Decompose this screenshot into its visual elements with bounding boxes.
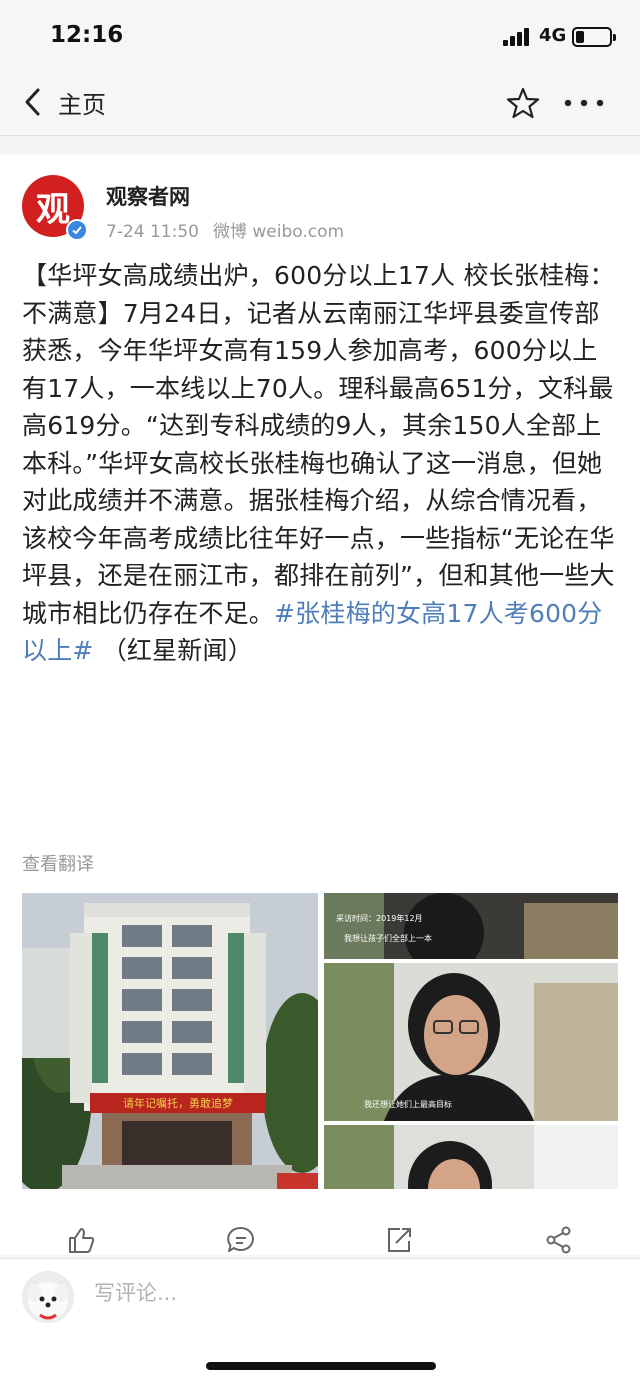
post-date: 7-24 11:50 (106, 222, 199, 242)
repost-icon[interactable] (384, 1225, 414, 1255)
school-building-image: 请年记嘱托，勇敢追梦 (22, 893, 318, 1189)
dog-avatar-image (22, 1271, 74, 1323)
back-button[interactable]: 主页 (22, 82, 106, 122)
comment-icon[interactable] (226, 1225, 256, 1255)
post-actions (0, 1213, 640, 1263)
comment-bar (0, 1258, 640, 1338)
author-name[interactable]: 观察者网 (106, 181, 190, 211)
video-frame-1-image: 采访时间：2019年12月 我想让孩子们全部上一本 (324, 893, 618, 959)
post-source-note: （红星新闻） (93, 636, 253, 665)
post-body: 【华坪女高成绩出炉，600分以上17人 校长张桂梅：不满意】7月24日，记者从云… (22, 257, 620, 670)
translate-link[interactable]: 查看翻译 (22, 850, 94, 876)
status-bar: 12:16 4G (0, 0, 640, 68)
status-time: 12:16 (50, 22, 124, 48)
photo-video-frame-3[interactable] (324, 1125, 618, 1189)
share-icon[interactable] (544, 1225, 574, 1255)
author-avatar[interactable]: 观 (22, 175, 88, 241)
post-card: 观 观察者网 7-24 11:50 微博 weibo.com 【华坪女高成绩出炉，… (0, 155, 640, 1255)
video-caption-quote-1: 我想让孩子们全部上一本 (344, 933, 432, 943)
photo-video-frame-1[interactable]: 采访时间：2019年12月 我想让孩子们全部上一本 (324, 893, 618, 959)
post-meta: 7-24 11:50 微博 weibo.com (106, 217, 344, 242)
chevron-left-icon (25, 88, 40, 116)
video-caption-time: 采访时间：2019年12月 (336, 913, 423, 923)
star-icon[interactable] (506, 86, 540, 120)
like-icon[interactable] (66, 1225, 96, 1255)
video-caption-quote-2: 我还想让她们上最高目标 (364, 1099, 452, 1109)
video-frame-2-image: 我还想让她们上最高目标 (324, 963, 618, 1121)
back-label: 主页 (58, 90, 106, 119)
photo-video-frame-2[interactable]: 我还想让她们上最高目标 (324, 963, 618, 1121)
post-body-text: 【华坪女高成绩出炉，600分以上17人 校长张桂梅：不满意】7月24日，记者从云… (22, 261, 615, 628)
home-indicator[interactable] (206, 1362, 436, 1370)
video-frame-3-image (324, 1125, 618, 1189)
comment-input[interactable] (94, 1281, 494, 1305)
nav-bar: 主页 (0, 68, 640, 136)
network-type: 4G (539, 25, 567, 46)
more-icon[interactable] (562, 88, 606, 118)
post-source: 微博 weibo.com (212, 222, 345, 242)
banner-text: 请年记嘱托，勇敢追梦 (123, 1096, 233, 1110)
verified-icon (66, 219, 88, 241)
photo-school-building[interactable]: 请年记嘱托，勇敢追梦 (22, 893, 318, 1189)
weibo-post-page: 12:16 4G 主页 观 观察者网 7-24 11:50 微博 weibo.c… (0, 0, 640, 1385)
signal-icon (503, 28, 535, 46)
battery-icon (572, 27, 616, 47)
my-avatar[interactable] (22, 1271, 74, 1323)
